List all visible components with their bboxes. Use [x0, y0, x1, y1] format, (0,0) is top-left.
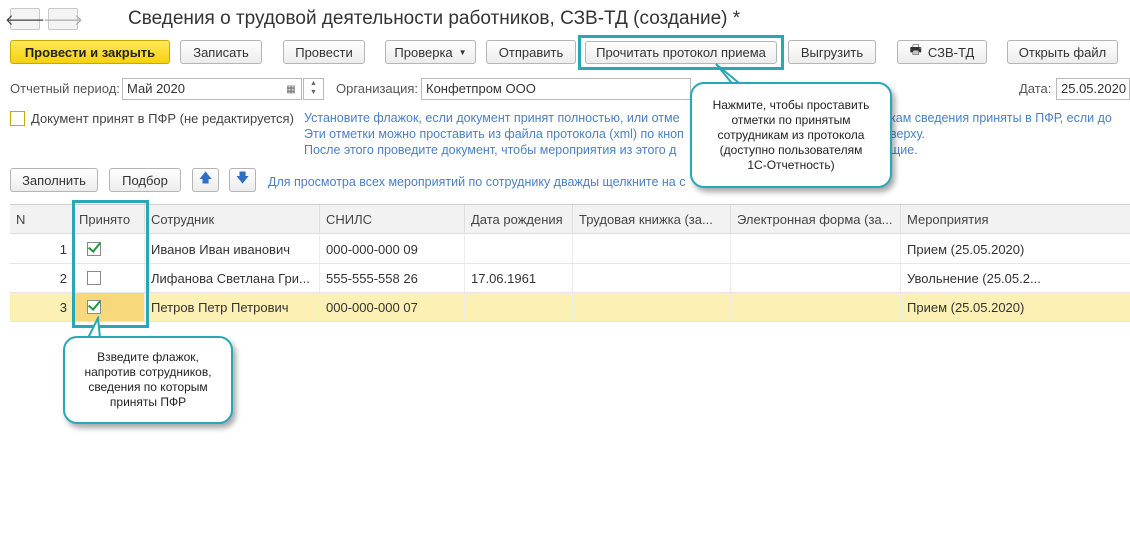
- organization-label: Организация:: [336, 81, 419, 96]
- row-number: 2: [10, 264, 73, 292]
- hint-line-1a: Установите флажок, если документ принят …: [304, 111, 680, 125]
- hint-line-2a: Эти отметки можно проставить из файла пр…: [304, 127, 684, 141]
- birth-date-cell: [465, 293, 573, 321]
- column-header-events[interactable]: Мероприятия: [901, 205, 1130, 234]
- tooltip-read-protocol: Нажмите, чтобы проставить отметки по при…: [690, 82, 892, 188]
- electronic-form-cell: [731, 235, 901, 263]
- work-book-cell: [573, 293, 731, 321]
- period-field[interactable]: Май 2020: [122, 78, 302, 100]
- chevron-down-icon: ▼: [458, 47, 467, 57]
- table-hint: Для просмотра всех мероприятий по сотруд…: [268, 175, 686, 189]
- snils-cell: 000-000-000 09: [320, 235, 465, 263]
- print-szv-td-button[interactable]: 🖶 СЗВ-ТД: [897, 40, 987, 64]
- row-number: 1: [10, 235, 73, 263]
- back-button[interactable]: 🡐: [5, 8, 45, 30]
- electronic-form-cell: [731, 264, 901, 292]
- row-number: 3: [10, 293, 73, 321]
- hint-line-2b: верху.: [890, 127, 925, 141]
- table-row[interactable]: 2 Лифанова Светлана Гри... 555-555-558 2…: [10, 264, 1130, 293]
- organization-field[interactable]: Конфетпром ООО: [421, 78, 691, 100]
- document-accepted-checkbox[interactable]: [10, 111, 25, 126]
- open-file-button[interactable]: Открыть файл: [1007, 40, 1118, 64]
- tooltip-line: (доступно пользователям: [719, 142, 863, 157]
- tooltip-line: Нажмите, чтобы проставить: [712, 97, 870, 112]
- tooltip-line: сотрудникам из протокола: [717, 127, 865, 142]
- tooltip-accepted-checkbox: Взведите флажок, напротив сотрудников, с…: [63, 336, 233, 424]
- column-header-birth-date[interactable]: Дата рождения: [465, 205, 573, 234]
- period-label: Отчетный период:: [10, 81, 120, 96]
- employee-cell: Иванов Иван иванович: [145, 235, 320, 263]
- upload-button[interactable]: Выгрузить: [788, 40, 876, 64]
- calendar-icon[interactable]: ▦: [282, 79, 300, 99]
- printer-icon: 🖶: [909, 42, 922, 57]
- tooltip-line: Взведите флажок,: [97, 350, 199, 364]
- arrow-up-icon: 🡅: [198, 170, 213, 185]
- birth-date-cell: [465, 235, 573, 263]
- snils-cell: 000-000-000 07: [320, 293, 465, 321]
- table-row[interactable]: 1 Иванов Иван иванович 000-000-000 09 Пр…: [10, 235, 1130, 264]
- hint-line-3a: После этого проведите документ, чтобы ме…: [304, 143, 677, 157]
- accepted-column-highlight: [72, 200, 149, 328]
- post-and-close-button[interactable]: Провести и закрыть: [10, 40, 170, 64]
- work-book-cell: [573, 235, 731, 263]
- birth-date-cell: 17.06.1961: [465, 264, 573, 292]
- arrow-right-icon: 🡒: [42, 11, 84, 29]
- period-spinner[interactable]: ▲ ▼: [303, 78, 324, 100]
- column-header-work-book[interactable]: Трудовая книжка (за...: [573, 205, 731, 234]
- move-up-button[interactable]: 🡅: [192, 168, 219, 192]
- tooltip-line: отметки по принятым: [731, 112, 851, 127]
- column-header-snils[interactable]: СНИЛС: [320, 205, 465, 234]
- document-accepted-label: Документ принят в ПФР (не редактируется): [31, 111, 294, 126]
- move-down-button[interactable]: 🡇: [229, 168, 256, 192]
- fill-button[interactable]: Заполнить: [10, 168, 98, 192]
- check-dropdown-button[interactable]: Проверка ▼: [385, 40, 476, 64]
- column-header-employee[interactable]: Сотрудник: [145, 205, 320, 234]
- events-cell: Увольнение (25.05.2...: [907, 270, 1041, 286]
- hint-line-1b: кам сведения приняты в ПФР, если до: [890, 111, 1112, 125]
- forward-button[interactable]: 🡒: [43, 8, 83, 30]
- column-header-n[interactable]: N: [10, 205, 73, 234]
- send-button[interactable]: Отправить: [486, 40, 576, 64]
- arrow-down-icon: 🡇: [235, 170, 250, 185]
- print-label: СЗВ-ТД: [927, 44, 975, 60]
- date-field[interactable]: 25.05.2020: [1056, 78, 1130, 100]
- save-button[interactable]: Записать: [180, 40, 262, 64]
- work-book-cell: [573, 264, 731, 292]
- tooltip-line: приняты ПФР: [109, 395, 187, 409]
- tooltip-line: сведения по которым: [88, 380, 208, 394]
- table-row-selected[interactable]: 3 Петров Петр Петрович 000-000-000 07 Пр…: [10, 293, 1130, 322]
- post-button[interactable]: Провести: [283, 40, 365, 64]
- arrow-left-icon: 🡐: [4, 11, 46, 29]
- page-title: Сведения о трудовой деятельности работни…: [128, 8, 741, 29]
- employee-cell: Петров Петр Петрович: [145, 293, 320, 321]
- check-label: Проверка: [394, 44, 453, 60]
- events-cell: Прием (25.05.2020): [907, 241, 1025, 257]
- tooltip-line: напротив сотрудников,: [84, 365, 212, 379]
- select-button[interactable]: Подбор: [109, 168, 181, 192]
- date-label: Дата:: [1019, 81, 1052, 96]
- employee-cell: Лифанова Светлана Гри...: [145, 264, 320, 292]
- hint-line-3b: щие.: [890, 143, 918, 157]
- column-header-electronic-form[interactable]: Электронная форма (за...: [731, 205, 901, 234]
- events-cell: Прием (25.05.2020): [907, 299, 1025, 315]
- electronic-form-cell: [731, 293, 901, 321]
- tooltip-line: 1С-Отчетность): [747, 157, 835, 172]
- snils-cell: 555-555-558 26: [320, 264, 465, 292]
